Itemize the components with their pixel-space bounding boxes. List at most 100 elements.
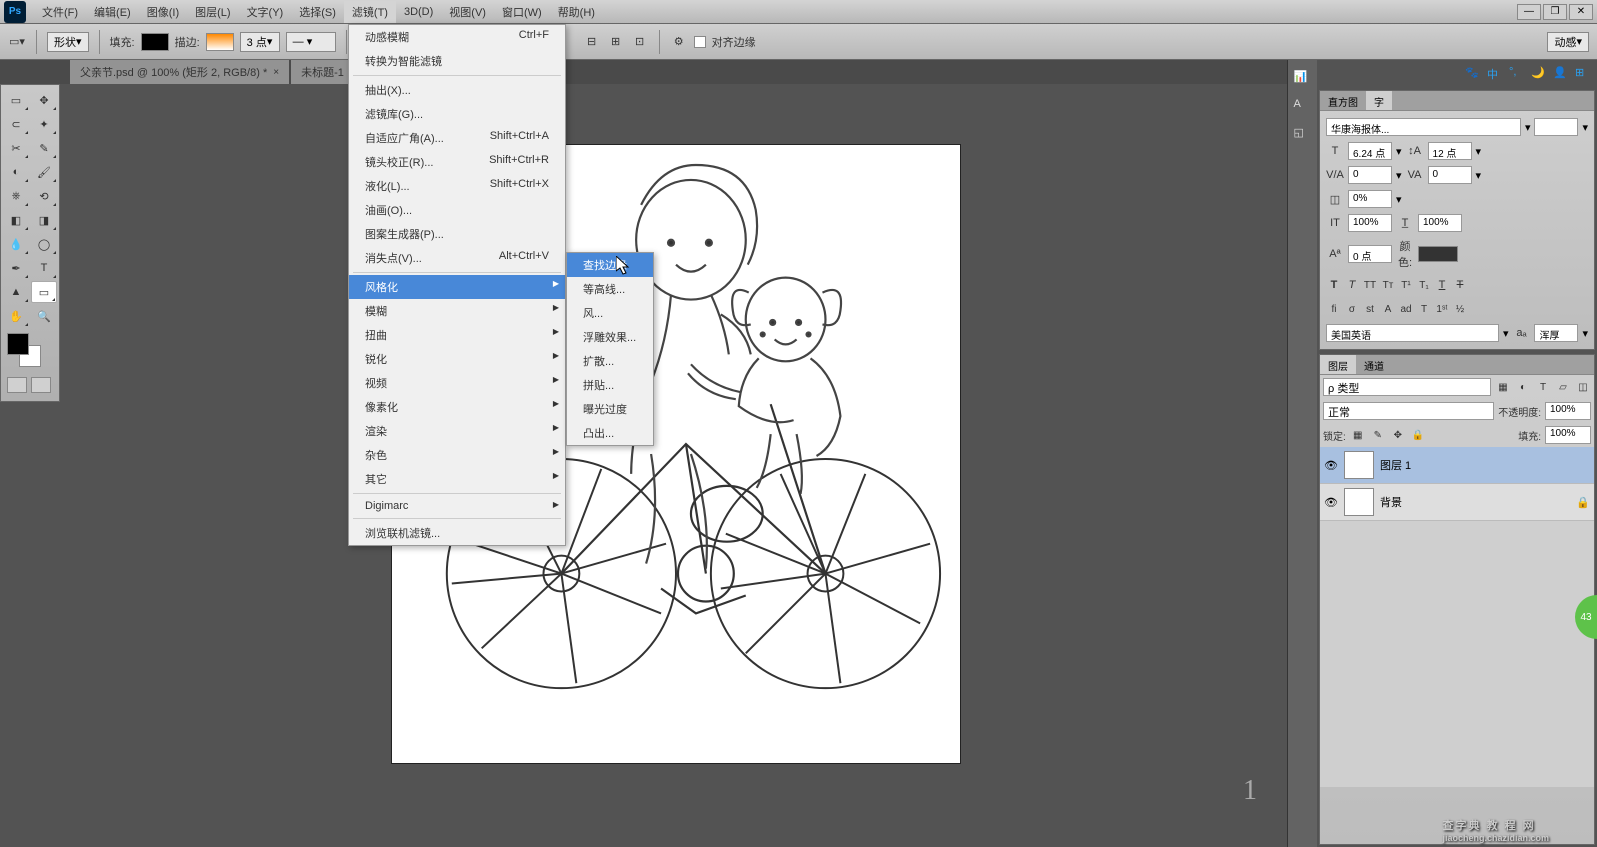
filter-adjust-icon[interactable]: ◐ xyxy=(1515,379,1531,395)
path-arrange-icon[interactable]: ⊞ xyxy=(607,33,625,51)
stylize-menu-item[interactable]: 等高线... xyxy=(567,277,653,301)
lock-trans-icon[interactable]: ▦ xyxy=(1350,427,1366,443)
cn-icon[interactable]: 中 xyxy=(1487,66,1503,82)
zoom-tool[interactable]: 🔍 xyxy=(31,305,57,327)
stroke-type-select[interactable]: — ▾ xyxy=(286,32,336,52)
ot-A[interactable]: A xyxy=(1380,301,1396,317)
filter-menu-item[interactable]: 动感模糊Ctrl+F xyxy=(349,25,565,49)
stroke-swatch[interactable] xyxy=(206,33,234,51)
blend-mode-select[interactable]: 正常 xyxy=(1323,402,1494,420)
leading-input[interactable]: 12 点 xyxy=(1428,142,1472,160)
kind-filter[interactable]: ρ 类型 xyxy=(1323,378,1491,396)
path-align-icon[interactable]: ⊟ xyxy=(583,33,601,51)
menu-filter[interactable]: 滤镜(T) xyxy=(344,1,396,23)
ot-sigma[interactable]: σ xyxy=(1344,301,1360,317)
quickmask-button[interactable] xyxy=(7,377,27,393)
magic-wand-tool[interactable]: ✦ xyxy=(31,113,57,135)
filter-smart-icon[interactable]: ◫ xyxy=(1575,379,1591,395)
cube-icon[interactable]: ◱ xyxy=(1294,126,1312,144)
strike-button[interactable]: T xyxy=(1452,277,1468,293)
layer-name[interactable]: 图层 1 xyxy=(1380,457,1411,473)
tab-histogram[interactable]: 直方图 xyxy=(1320,91,1366,110)
gradient-tool[interactable]: ◨ xyxy=(31,209,57,231)
ot-1st[interactable]: 1ˢᵗ xyxy=(1434,301,1450,317)
filter-type-icon[interactable]: T xyxy=(1535,379,1551,395)
tab-character[interactable]: 字 xyxy=(1366,91,1392,110)
filter-menu-item[interactable]: 扭曲 xyxy=(349,323,565,347)
menu-type[interactable]: 文字(Y) xyxy=(239,1,292,23)
history-brush-tool[interactable]: ⟲ xyxy=(31,185,57,207)
superscript-button[interactable]: T¹ xyxy=(1398,277,1414,293)
visibility-icon[interactable]: 👁 xyxy=(1324,459,1338,472)
brush-tool[interactable]: 🖌 xyxy=(31,161,57,183)
user-icon[interactable]: 👤 xyxy=(1553,66,1569,82)
stamp-tool[interactable]: ⎈ xyxy=(3,185,29,207)
filter-menu-item[interactable]: 图案生成器(P)... xyxy=(349,222,565,246)
menu-image[interactable]: 图像(I) xyxy=(139,1,187,23)
filter-menu-item[interactable]: 抽出(X)... xyxy=(349,78,565,102)
filter-menu-item[interactable]: 视频 xyxy=(349,371,565,395)
stroke-width-select[interactable]: 3 点 ▾ xyxy=(240,32,280,52)
filter-menu-item[interactable]: 模糊 xyxy=(349,299,565,323)
vscale-input[interactable]: 100% xyxy=(1348,214,1392,232)
character-icon[interactable]: A xyxy=(1294,98,1312,116)
stylize-menu-item[interactable]: 拼贴... xyxy=(567,373,653,397)
filter-menu-item[interactable]: 像素化 xyxy=(349,395,565,419)
filter-menu-item[interactable]: 风格化 xyxy=(349,275,565,299)
menu-edit[interactable]: 编辑(E) xyxy=(86,1,139,23)
type-tool[interactable]: T xyxy=(31,257,57,279)
hscale-input[interactable]: 100% xyxy=(1418,214,1462,232)
allcaps-button[interactable]: TT xyxy=(1362,277,1378,293)
gear-icon[interactable]: ⚙ xyxy=(670,33,688,51)
tab-channels[interactable]: 通道 xyxy=(1356,355,1392,374)
paw-icon[interactable]: 🐾 xyxy=(1465,66,1481,82)
moon-icon[interactable]: 🌙 xyxy=(1531,66,1547,82)
canvas-area[interactable] xyxy=(65,84,1287,847)
filter-menu-item[interactable]: 油画(O)... xyxy=(349,198,565,222)
eyedropper-tool[interactable]: ✎ xyxy=(31,137,57,159)
histogram-icon[interactable]: 📊 xyxy=(1294,70,1312,88)
italic-button[interactable]: T xyxy=(1344,277,1360,293)
doc-tab-2[interactable]: 未标题-1 xyxy=(291,60,354,84)
stylize-menu-item[interactable]: 浮雕效果... xyxy=(567,325,653,349)
opacity-input[interactable]: 100% xyxy=(1545,402,1591,420)
fill-input[interactable]: 100% xyxy=(1545,426,1591,444)
baseline-input[interactable]: 0 点 xyxy=(1348,245,1392,263)
lang-select[interactable]: 美国英语 xyxy=(1326,324,1499,342)
filter-menu-item[interactable]: Digimarc xyxy=(349,496,565,516)
menu-layer[interactable]: 图层(L) xyxy=(187,1,238,23)
ot-T[interactable]: T xyxy=(1416,301,1432,317)
doc-tab-1[interactable]: 父亲节.psd @ 100% (矩形 2, RGB/8) *× xyxy=(70,60,289,84)
menu-select[interactable]: 选择(S) xyxy=(291,1,344,23)
close-button[interactable]: ✕ xyxy=(1569,4,1593,20)
fill-swatch[interactable] xyxy=(141,33,169,51)
menu-window[interactable]: 窗口(W) xyxy=(494,1,550,23)
filter-menu-item[interactable]: 镜头校正(R)...Shift+Ctrl+R xyxy=(349,150,565,174)
menu-view[interactable]: 视图(V) xyxy=(441,1,494,23)
screenmode-button[interactable] xyxy=(31,377,51,393)
move-tool[interactable]: ✥ xyxy=(31,89,57,111)
filter-menu-item[interactable]: 浏览联机滤镜... xyxy=(349,521,565,545)
underline-button[interactable]: T xyxy=(1434,277,1450,293)
text-color-swatch[interactable] xyxy=(1418,246,1458,262)
filter-menu-item[interactable]: 液化(L)...Shift+Ctrl+X xyxy=(349,174,565,198)
shape-mode-select[interactable]: 形状 ▾ xyxy=(47,32,89,52)
menu-help[interactable]: 帮助(H) xyxy=(550,1,603,23)
ot-fi[interactable]: fi xyxy=(1326,301,1342,317)
lock-pixel-icon[interactable]: ✎ xyxy=(1370,427,1386,443)
lock-pos-icon[interactable]: ✥ xyxy=(1390,427,1406,443)
filter-shape-icon[interactable]: ▱ xyxy=(1555,379,1571,395)
path-options-icon[interactable]: ⊡ xyxy=(631,33,649,51)
subscript-button[interactable]: T₁ xyxy=(1416,277,1432,293)
lasso-tool[interactable]: ⊂ xyxy=(3,113,29,135)
font-style-select[interactable] xyxy=(1534,118,1578,136)
stylize-menu-item[interactable]: 凸出... xyxy=(567,421,653,445)
maximize-button[interactable]: ❐ xyxy=(1543,4,1567,20)
bold-button[interactable]: T xyxy=(1326,277,1342,293)
ot-ad[interactable]: ad xyxy=(1398,301,1414,317)
close-icon[interactable]: × xyxy=(273,67,279,78)
ot-frac[interactable]: ½ xyxy=(1452,301,1468,317)
foreground-swatch[interactable] xyxy=(7,333,29,355)
crop-tool[interactable]: ✂ xyxy=(3,137,29,159)
eraser-tool[interactable]: ◧ xyxy=(3,209,29,231)
